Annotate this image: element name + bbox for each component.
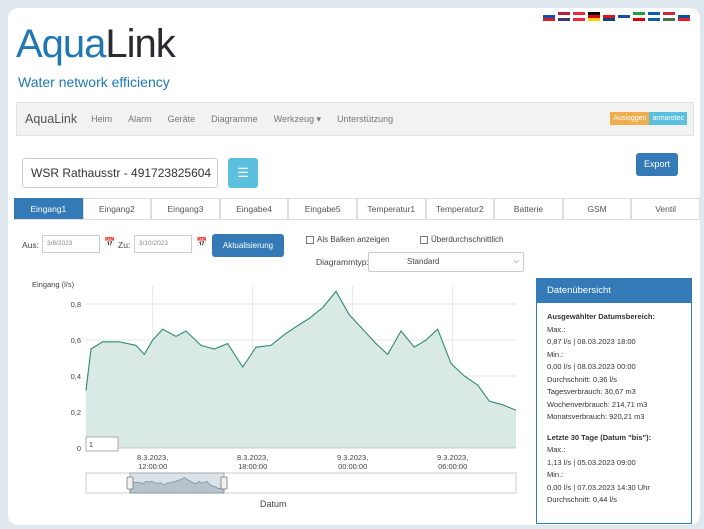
x-tick-label: 00:00:00 <box>338 462 367 471</box>
panel-line: Max.: <box>547 324 566 334</box>
x-tick-label: 8.3.2023, <box>237 453 268 462</box>
x-tick-label: 9.3.2023, <box>437 453 468 462</box>
panel-line: 0,87 l/s | 08.03.2023 18:00 <box>547 337 636 346</box>
panel-line: 0,00 l/s | 08.03.2023 00:00 <box>547 362 636 371</box>
panel-line: 0,00 l/s | 07.03.2023 14:30 Uhr <box>547 482 650 492</box>
x-tick-label: 06:00:00 <box>438 462 467 471</box>
series-area <box>86 291 516 448</box>
panel-section2-title: Letzte 30 Tage (Datum "bis"): <box>547 432 652 442</box>
y-tick-label: 0,2 <box>71 408 81 417</box>
x-tick-label: 9.3.2023, <box>337 453 368 462</box>
panel-section1-title: Ausgewählter Datumsbereich: <box>547 312 655 321</box>
panel-line: Min.: <box>547 470 564 479</box>
x-tick-label: 18:00:00 <box>238 462 267 471</box>
navigator-handle[interactable] <box>126 476 134 490</box>
y-tick-label: 0,8 <box>71 300 81 309</box>
panel-line: Durchschnitt: 0,36 l/s <box>547 374 618 384</box>
data-overview-panel: Datenübersicht Ausgewählter Datumsbereic… <box>536 278 692 524</box>
panel-line: Min.: <box>547 349 564 359</box>
navigator-handle[interactable] <box>220 476 228 490</box>
x-tick-label: 8.3.2023, <box>137 453 168 462</box>
panel-title: Datenübersicht <box>537 279 691 303</box>
panel-line: 1,13 l/s | 05.03.2023 09:00 <box>547 457 636 467</box>
panel-line: Max.: <box>547 445 566 454</box>
tooltip-value: 1 <box>89 442 93 449</box>
x-tick-label: 12:00:00 <box>138 462 167 471</box>
panel-line: Wochenverbrauch: 214,71 m3 <box>547 399 648 409</box>
chart-xlabel: Datum <box>260 499 287 509</box>
panel-line: Durchschnitt: 0,44 l/s <box>547 495 618 504</box>
y-tick-label: 0,6 <box>71 336 81 345</box>
panel-line: Monatsverbrauch: 920,21 m3 <box>547 412 645 421</box>
panel-line: Tagesverbrauch: 30,67 m3 <box>547 387 636 396</box>
y-tick-label: 0,4 <box>71 372 81 381</box>
page: AquaLink Water network efficiency AquaLi… <box>8 8 700 525</box>
y-tick-label: 0 <box>77 444 81 453</box>
